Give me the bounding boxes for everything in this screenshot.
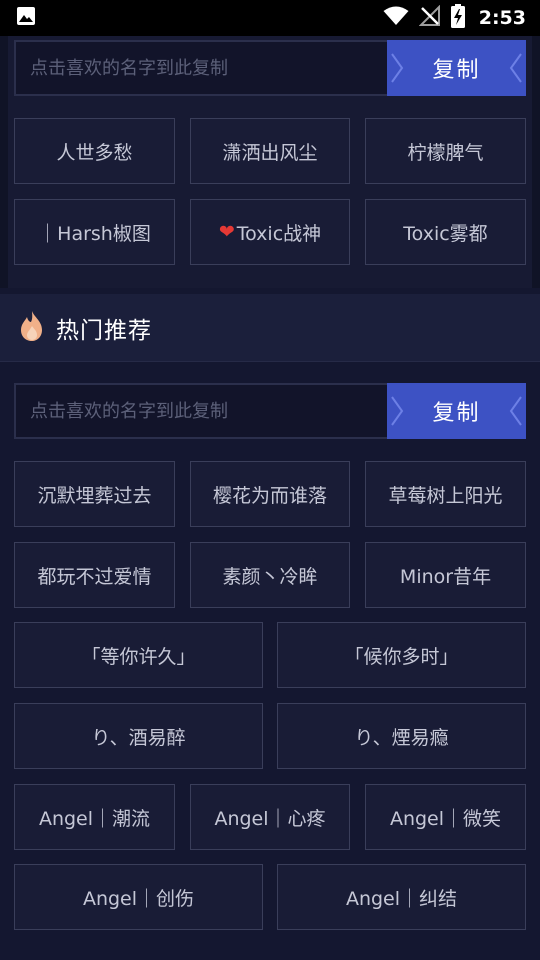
name-tag[interactable]: 人世多愁 [14, 118, 175, 184]
hot-copy-row: 复制 [14, 383, 526, 439]
name-tag[interactable]: Angel｜创伤 [14, 864, 263, 930]
name-tag[interactable]: Angel｜纠结 [277, 864, 526, 930]
name-tag[interactable]: 柠檬脾气 [365, 118, 526, 184]
name-tag[interactable]: 都玩不过爱情 [14, 542, 175, 608]
name-tag[interactable]: 「候你多时」 [277, 622, 526, 688]
name-tag[interactable]: Angel｜潮流 [14, 784, 175, 850]
top-copy-input[interactable] [14, 40, 387, 96]
top-copy-row: 复制 [14, 40, 526, 96]
name-tag[interactable]: Angel｜微笑 [365, 784, 526, 850]
hot-copy-button[interactable]: 复制 [387, 383, 526, 439]
chevron-left-icon [509, 53, 522, 83]
status-bar: 2:53 [0, 0, 540, 36]
name-tag[interactable]: 潇洒出风尘 [190, 118, 350, 184]
battery-charging-icon [450, 4, 465, 32]
name-tag[interactable]: 草莓树上阳光 [365, 461, 526, 527]
wifi-icon [383, 6, 409, 30]
name-tag[interactable]: り、酒易醉 [14, 703, 263, 769]
name-tag[interactable]: Minor昔年 [365, 542, 526, 608]
heart-icon: ❤ [218, 221, 235, 243]
name-tag[interactable]: り、煙易瘾 [277, 703, 526, 769]
top-copy-label: 复制 [432, 58, 481, 83]
chevron-right-icon [391, 396, 404, 426]
clock: 2:53 [478, 7, 526, 29]
top-copy-button[interactable]: 复制 [387, 40, 526, 96]
image-icon [16, 6, 36, 30]
section-title: 热门推荐 [56, 317, 152, 344]
hot-copy-label: 复制 [432, 401, 481, 426]
name-tag[interactable]: ❤ Toxic战神 [190, 199, 350, 265]
chevron-left-icon [509, 396, 522, 426]
name-tag[interactable]: ｜Harsh椒图 [14, 199, 175, 265]
flame-icon [18, 310, 46, 346]
name-tag[interactable]: 「等你许久」 [14, 622, 263, 688]
name-tag[interactable]: Angel｜心疼 [190, 784, 350, 850]
name-tag[interactable]: 素颜丶冷眸 [190, 542, 350, 608]
hot-copy-input[interactable] [14, 383, 387, 439]
name-tag[interactable]: Toxic雾都 [365, 199, 526, 265]
hot-section-header: 热门推荐 [0, 294, 540, 362]
no-signal-icon [418, 4, 441, 31]
chevron-right-icon [391, 53, 404, 83]
name-tag[interactable]: 沉默埋葬过去 [14, 461, 175, 527]
name-tag[interactable]: 樱花为而谁落 [190, 461, 350, 527]
